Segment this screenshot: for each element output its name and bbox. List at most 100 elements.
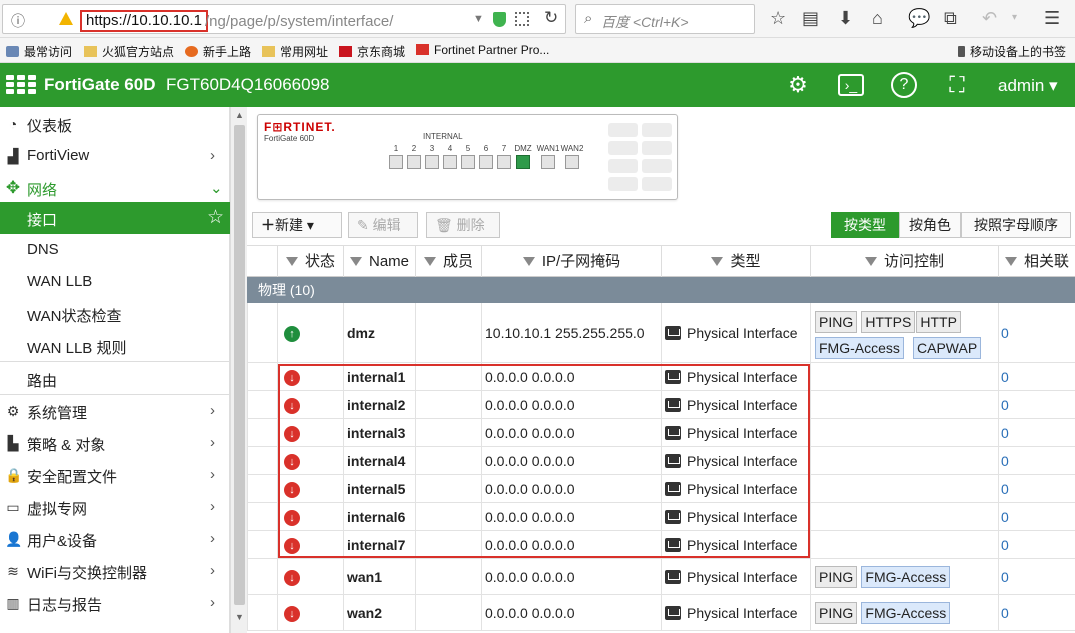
sidebar-item-dashboard[interactable]: ◔ 仪表板	[0, 108, 230, 140]
sidebar-item-security-profiles[interactable]: 🔒 安全配置文件 ›	[0, 459, 230, 491]
filter-icon[interactable]	[522, 257, 535, 266]
group-header-physical[interactable]: 物理 (10)	[247, 277, 1075, 303]
fullscreen-icon[interactable]: ⛶	[944, 72, 970, 98]
sidebar-item-dns[interactable]: DNS	[0, 234, 230, 266]
port-wan1-down[interactable]	[541, 155, 555, 169]
reference-count-link[interactable]: 0	[1001, 425, 1009, 441]
sidebar-item-wifi-switch[interactable]: ≋ WiFi与交换控制器 ›	[0, 555, 230, 587]
scroll-down-icon[interactable]: ▼	[235, 612, 244, 622]
bookmark-jd[interactable]: 京东商城	[339, 43, 405, 60]
sidebar-item-vpn[interactable]: ▭ 虚拟专网 ›	[0, 491, 230, 523]
sidebar-item-policy-objects[interactable]: ▙ 策略 & 对象 ›	[0, 427, 230, 459]
port-3-down[interactable]	[425, 155, 439, 169]
sidebar-item-user-device[interactable]: 👤 用户&设备 ›	[0, 523, 230, 555]
sidebar-item-interfaces[interactable]: 接口 ☆	[0, 202, 230, 234]
column-header-type[interactable]: 类型	[661, 246, 810, 277]
bookmark-fortinet[interactable]: Fortinet Partner Pro...	[416, 43, 549, 57]
bookmark-most-visited[interactable]: 最常访问	[6, 43, 72, 60]
reference-count-link[interactable]: 0	[1001, 569, 1009, 585]
reference-count-link[interactable]: 0	[1001, 481, 1009, 497]
view-alphabetical-button[interactable]: 按照字母顺序	[961, 212, 1071, 238]
sidebar-item-routing[interactable]: 路由	[0, 363, 230, 395]
port-7-down[interactable]	[497, 155, 511, 169]
bookmark-common-sites[interactable]: 常用网址	[262, 43, 328, 60]
favorite-star-icon[interactable]: ☆	[207, 206, 224, 229]
sidebar-item-network[interactable]: ✥ 网络 ⌄	[0, 172, 230, 204]
search-box[interactable]: ⌕ 百度 <Ctrl+K>	[575, 4, 755, 34]
port-6-down[interactable]	[479, 155, 493, 169]
chevron-down-icon[interactable]: ▼	[473, 13, 484, 25]
column-header-access[interactable]: 访问控制	[810, 246, 998, 277]
shield-icon[interactable]	[493, 12, 506, 27]
table-row[interactable]: ↓ wan2 0.0.0.0 0.0.0.0 Physical Interface PI…	[247, 595, 1075, 631]
column-header-name[interactable]: Name	[343, 246, 415, 277]
url-host[interactable]: https://10.10.10.1	[80, 10, 208, 32]
column-header-status[interactable]: 状态	[277, 246, 343, 277]
column-header-members[interactable]: 成员	[415, 246, 481, 277]
table-cell-divider	[998, 419, 999, 446]
reload-icon[interactable]: ↻	[544, 8, 558, 28]
help-icon[interactable]: ?	[891, 72, 917, 98]
reference-count-link[interactable]: 0	[1001, 453, 1009, 469]
view-by-role-button[interactable]: 按角色	[899, 212, 961, 238]
user-menu[interactable]: admin ▾	[998, 76, 1058, 96]
bookmark-mobile[interactable]: 移动设备上的书签	[958, 43, 1066, 60]
reference-count-link[interactable]: 0	[1001, 605, 1009, 621]
sidebar-item-wan-llb[interactable]: WAN LLB	[0, 266, 230, 298]
port-2-down[interactable]	[407, 155, 421, 169]
table-row[interactable]: ↑ dmz 10.10.10.1 255.255.255.0 Physical Int…	[247, 303, 1075, 363]
star-icon[interactable]: ☆	[770, 8, 786, 28]
filter-icon[interactable]	[864, 257, 877, 266]
reference-count-link[interactable]: 0	[1001, 397, 1009, 413]
port-4-down[interactable]	[443, 155, 457, 169]
qr-code-icon[interactable]	[515, 12, 529, 26]
info-icon[interactable]: ⓘ	[11, 11, 25, 31]
new-button[interactable]: ＋新建 ▾	[252, 212, 342, 238]
home-icon[interactable]: ⌂	[872, 8, 883, 28]
sidebar-item-fortiview[interactable]: ▟ FortiView ›	[0, 140, 230, 172]
scrollbar-thumb[interactable]	[234, 125, 245, 605]
filter-icon[interactable]	[711, 257, 724, 266]
address-bar[interactable]: ⓘ https://10.10.10.1 /ng/page/p/system/i…	[2, 4, 566, 34]
delete-button[interactable]: 🗑 删除	[426, 212, 500, 238]
crop-icon[interactable]: ⧉	[944, 8, 957, 28]
scroll-up-icon[interactable]: ▲	[235, 110, 244, 120]
laptop-icon: ▭	[6, 499, 20, 515]
filter-icon[interactable]	[349, 257, 362, 266]
download-icon[interactable]: ⬇	[838, 8, 853, 28]
edit-button[interactable]: ✎ 编辑	[348, 212, 418, 238]
reference-count-link[interactable]: 0	[1001, 537, 1009, 553]
bookmark-firefox-site[interactable]: 火狐官方站点	[84, 43, 174, 60]
gear-icon: ⚙	[6, 403, 20, 419]
access-badge: FMG-Access	[815, 337, 904, 359]
view-by-type-button[interactable]: 按类型	[831, 212, 899, 238]
port-5-down[interactable]	[461, 155, 475, 169]
undo-menu-icon[interactable]: ▾	[1012, 8, 1017, 28]
sidebar-item-log-report[interactable]: ▥ 日志与报告 ›	[0, 587, 230, 619]
url-path[interactable]: /ng/page/p/system/interface/	[205, 13, 393, 30]
filter-icon[interactable]	[1004, 257, 1017, 266]
port-1-down[interactable]	[389, 155, 403, 169]
sidebar-scrollbar[interactable]: ▲ ▼	[230, 107, 247, 633]
sidebar-item-system[interactable]: ⚙ 系统管理 ›	[0, 395, 230, 427]
table-cell-divider	[661, 559, 662, 594]
reference-count-link[interactable]: 0	[1001, 325, 1009, 341]
port-dmz-up[interactable]	[516, 155, 530, 169]
sidebar-item-wan-llb-rules[interactable]: WAN LLB 规则	[0, 330, 230, 362]
chat-icon[interactable]: 💬	[908, 8, 930, 28]
port-wan2-down[interactable]	[565, 155, 579, 169]
undo-icon[interactable]: ↶	[982, 8, 997, 28]
filter-icon[interactable]	[423, 257, 436, 266]
column-header-references[interactable]: 相关联	[998, 246, 1075, 277]
reading-list-icon[interactable]: ▤	[802, 8, 819, 28]
column-header-ip-netmask[interactable]: IP/子网掩码	[481, 246, 661, 277]
bookmark-getting-started[interactable]: 新手上路	[185, 43, 251, 60]
filter-icon[interactable]	[285, 257, 298, 266]
cli-console-icon[interactable]: ›_	[838, 74, 864, 96]
menu-icon[interactable]: ☰	[1044, 8, 1060, 28]
reference-count-link[interactable]: 0	[1001, 369, 1009, 385]
table-row[interactable]: ↓ wan1 0.0.0.0 0.0.0.0 Physical Interface PI…	[247, 559, 1075, 595]
sidebar-item-wan-status-check[interactable]: WAN状态检查	[0, 298, 230, 330]
reference-count-link[interactable]: 0	[1001, 509, 1009, 525]
settings-icon[interactable]: ⚙	[785, 72, 811, 98]
